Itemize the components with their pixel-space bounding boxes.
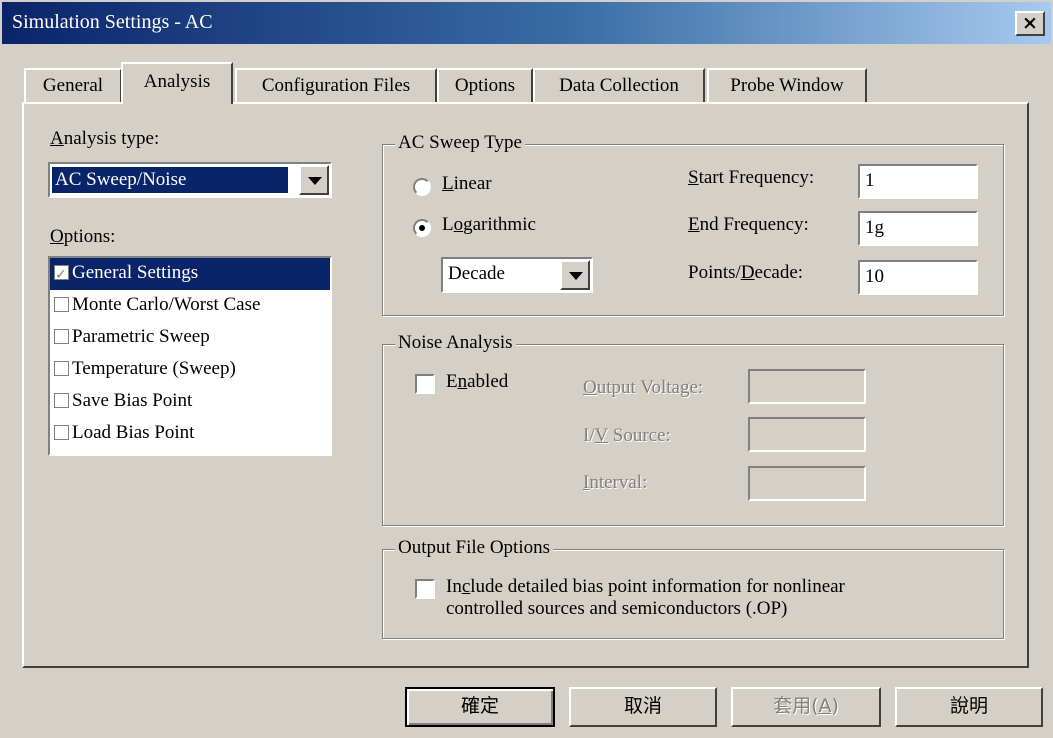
tab-label: Analysis [143, 71, 211, 92]
window-title: Simulation Settings - AC [12, 11, 213, 33]
analysis-type-label: Analysis type: [50, 128, 160, 149]
tab-label: Probe Window [730, 75, 844, 96]
group-title: Noise Analysis [395, 332, 516, 354]
checkbox-icon[interactable] [54, 297, 69, 312]
help-button[interactable]: 說明 [895, 687, 1043, 727]
linear-label: Linear [442, 173, 492, 194]
checkbox-icon[interactable] [54, 361, 69, 376]
tab-label: General [42, 75, 104, 96]
list-item[interactable]: Parametric Sweep [50, 322, 330, 354]
iv-source-input [748, 417, 866, 452]
output-voltage-input [748, 369, 866, 404]
apply-button: 套用(A) [731, 687, 881, 727]
ok-button[interactable]: 確定 [405, 687, 555, 727]
include-bias-point-checkbox[interactable] [415, 579, 435, 599]
list-item[interactable]: Temperature (Sweep) [50, 354, 330, 386]
tab-configuration-files[interactable]: Configuration Files [235, 68, 437, 102]
group-title: Output File Options [395, 537, 554, 559]
noise-enabled-label: Enabled [446, 371, 509, 392]
analysis-type-value: AC Sweep/Noise [52, 167, 288, 193]
logarithmic-radio[interactable] [413, 219, 431, 237]
tab-label: Options [454, 75, 516, 96]
linear-radio[interactable] [413, 178, 431, 196]
logarithmic-label: Logarithmic [442, 214, 536, 235]
checkbox-icon[interactable] [54, 329, 69, 344]
title-bar[interactable]: Simulation Settings - AC × [2, 2, 1051, 44]
end-frequency-label: End Frequency: [688, 214, 809, 235]
interval-input [748, 466, 866, 501]
list-item[interactable]: Save Bias Point [50, 386, 330, 418]
group-title: AC Sweep Type [395, 132, 525, 154]
analysis-type-select[interactable]: AC Sweep/Noise [48, 162, 332, 198]
dropdown-arrow-icon[interactable] [560, 260, 590, 290]
checkbox-icon[interactable] [54, 425, 69, 440]
cancel-button[interactable]: 取消 [569, 687, 717, 727]
tab-options[interactable]: Options [437, 68, 533, 102]
tab-probe-window[interactable]: Probe Window [707, 68, 867, 102]
dropdown-arrow-icon[interactable] [299, 165, 329, 195]
list-item[interactable]: General Settings [50, 258, 330, 290]
tab-data-collection[interactable]: Data Collection [533, 68, 705, 102]
simulation-settings-dialog: Simulation Settings - AC × General Analy… [0, 0, 1053, 738]
include-bias-point-label: Include detailed bias point information … [446, 576, 845, 619]
checkbox-icon[interactable] [54, 393, 69, 408]
close-button[interactable]: × [1015, 11, 1045, 36]
log-unit-value: Decade [448, 263, 505, 284]
options-label: Options: [50, 226, 116, 247]
start-frequency-input[interactable]: 1 [858, 164, 978, 199]
points-per-decade-input[interactable]: 10 [858, 260, 978, 295]
output-voltage-label: Output Voltage: [583, 377, 704, 398]
list-item[interactable]: Monte Carlo/Worst Case [50, 290, 330, 322]
tab-label: Configuration Files [261, 75, 411, 96]
log-unit-select[interactable]: Decade [441, 257, 593, 293]
list-item[interactable]: Load Bias Point [50, 418, 330, 450]
checkbox-icon[interactable] [54, 260, 69, 290]
noise-enabled-checkbox[interactable] [415, 374, 435, 394]
points-per-decade-label: Points/Decade: [688, 262, 804, 283]
interval-label: Interval: [583, 472, 648, 493]
options-list[interactable]: General Settings Monte Carlo/Worst Case … [48, 256, 332, 456]
tab-analysis[interactable]: Analysis [121, 62, 233, 104]
tab-general[interactable]: General [24, 68, 122, 102]
tab-label: Data Collection [559, 75, 679, 96]
start-frequency-label: Start Frequency: [688, 167, 815, 188]
iv-source-label: I/V Source: [583, 425, 671, 446]
end-frequency-input[interactable]: 1g [858, 211, 978, 246]
